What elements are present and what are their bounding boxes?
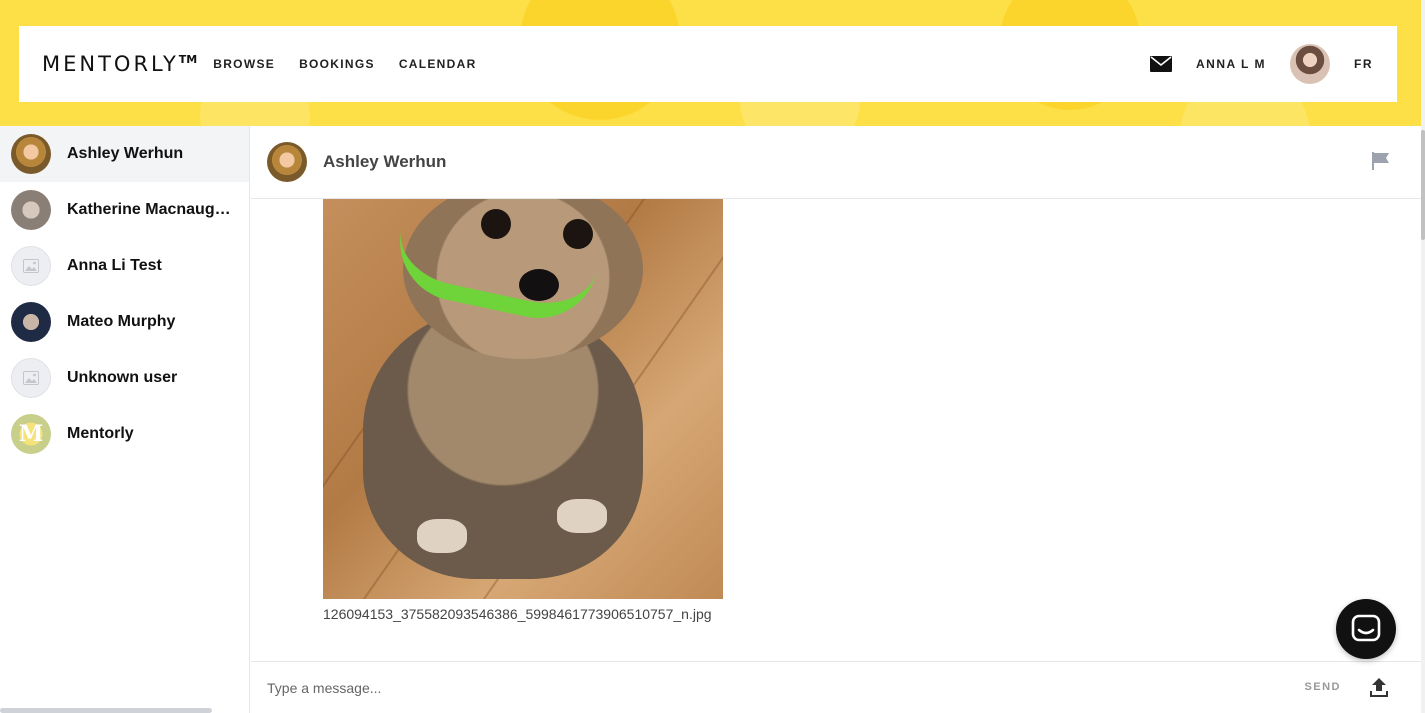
nav-bookings[interactable]: BOOKINGS — [299, 57, 375, 71]
language-toggle[interactable]: FR — [1354, 57, 1373, 71]
chat-bubble-icon — [1351, 614, 1381, 642]
send-button[interactable]: SEND — [1304, 681, 1341, 693]
header-actions: ANNA L M FR — [1150, 44, 1373, 84]
message-input[interactable] — [267, 679, 1267, 696]
conversation-name: Mentorly — [67, 425, 134, 442]
support-chat-button[interactable] — [1336, 599, 1396, 659]
avatar — [11, 190, 51, 230]
dog-nose — [519, 269, 559, 301]
main-nav: BROWSE BOOKINGS CALENDAR — [213, 57, 500, 71]
upload-icon[interactable] — [1369, 676, 1389, 698]
mentorly-avatar-icon: M — [11, 414, 51, 454]
top-navbar: MENTORLYTM BROWSE BOOKINGS CALENDAR ANNA… — [19, 26, 1397, 102]
avatar — [11, 134, 51, 174]
dog-eye — [563, 219, 593, 249]
attachment-filename[interactable]: 126094153_375582093546386_59984617739065… — [323, 602, 723, 627]
conversation-item[interactable]: Unknown user — [0, 350, 249, 406]
image-attachment[interactable] — [323, 199, 723, 599]
conversation-name: Ashley Werhun — [67, 145, 184, 162]
conversation-name: Anna Li Test — [67, 257, 162, 274]
conversation-item[interactable]: Anna Li Test — [0, 238, 249, 294]
page-scrollbar[interactable] — [1421, 0, 1425, 713]
avatar — [11, 302, 51, 342]
user-avatar[interactable] — [1290, 44, 1330, 84]
user-menu[interactable]: ANNA L M — [1196, 57, 1266, 71]
conversation-item[interactable]: Ashley Werhun — [0, 126, 249, 182]
message-composer: SEND — [251, 661, 1421, 713]
image-placeholder-icon — [23, 371, 39, 385]
mentorly-logo[interactable]: MENTORLYTM — [42, 52, 197, 76]
avatar — [11, 246, 51, 286]
conversation-name: Katherine Macnaughton — [67, 201, 237, 218]
m-monogram-icon: M — [18, 421, 44, 447]
dog-eye — [481, 209, 511, 239]
chat-header: Ashley Werhun — [251, 126, 1421, 199]
logo-text: MENTORLY — [42, 52, 179, 76]
conversation-item[interactable]: Katherine Macnaughton — [0, 182, 249, 238]
conversation-name: Mateo Murphy — [67, 313, 176, 330]
horizontal-scrollbar[interactable] — [0, 708, 212, 713]
chat-partner-name: Ashley Werhun — [323, 152, 447, 171]
mail-icon[interactable] — [1150, 56, 1172, 72]
chat-pane: Ashley Werhun 126094153_375582093546386_… — [251, 126, 1421, 713]
chat-partner-avatar[interactable] — [267, 142, 307, 182]
dog-paw — [417, 519, 467, 553]
nav-calendar[interactable]: CALENDAR — [399, 57, 477, 71]
image-placeholder-icon — [23, 259, 39, 273]
avatar — [11, 358, 51, 398]
conversation-item[interactable]: M Mentorly — [0, 406, 249, 462]
message-thread[interactable]: 126094153_375582093546386_59984617739065… — [251, 199, 1421, 661]
trademark-mark: TM — [178, 53, 198, 66]
scrollbar-thumb[interactable] — [1421, 130, 1425, 240]
conversation-item[interactable]: Mateo Murphy — [0, 294, 249, 350]
conversation-list: Ashley Werhun Katherine Macnaughton Anna… — [0, 126, 250, 713]
dog-paw — [557, 499, 607, 533]
flag-icon[interactable] — [1371, 152, 1391, 170]
nav-browse[interactable]: BROWSE — [213, 57, 275, 71]
conversation-name: Unknown user — [67, 369, 178, 386]
